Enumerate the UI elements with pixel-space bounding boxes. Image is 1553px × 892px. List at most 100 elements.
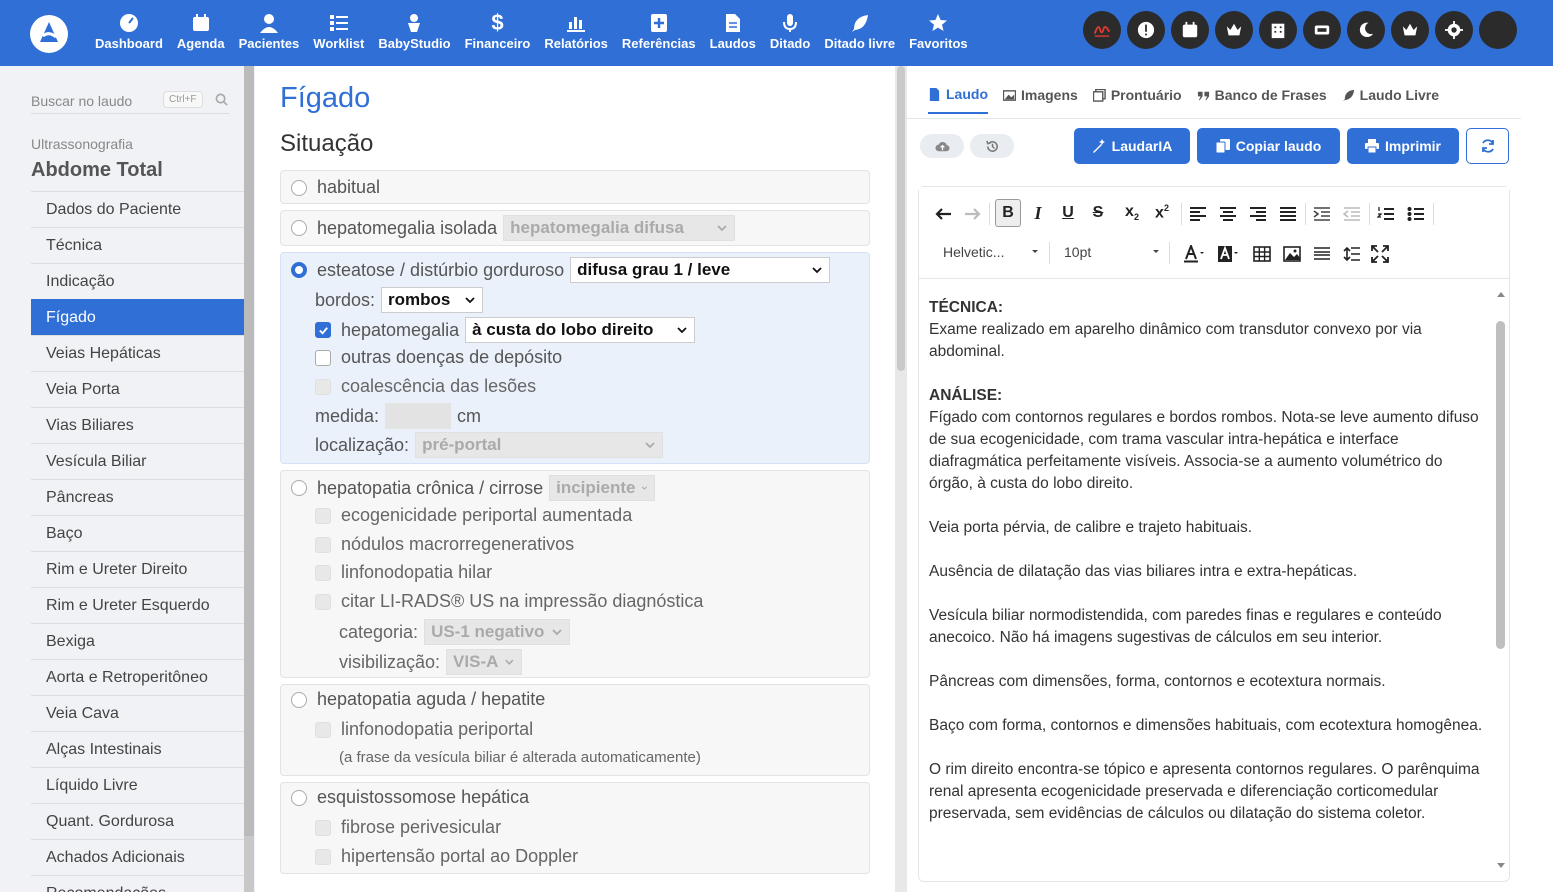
horizontal-rule-button[interactable]	[1311, 243, 1333, 265]
indent-button[interactable]	[1311, 203, 1333, 225]
radio-button[interactable]	[291, 179, 307, 196]
print-button[interactable]: Imprimir	[1347, 128, 1459, 164]
sidebar-item[interactable]: Dados do Paciente	[31, 191, 244, 227]
nav-financeiro[interactable]: $ Financeiro	[458, 10, 538, 51]
fullscreen-button[interactable]	[1369, 243, 1391, 265]
search-input[interactable]: Buscar no laudo Ctrl+F	[31, 88, 229, 114]
lirads-categoria-select[interactable]: US-1 negativo	[424, 619, 571, 645]
checkbox[interactable]	[315, 536, 331, 553]
hepatomegalia-select[interactable]: à custa do lobo direito	[465, 317, 696, 343]
sidebar-item[interactable]: Técnica	[31, 227, 244, 263]
editor-scrollbar[interactable]	[1495, 285, 1507, 875]
font-family-select[interactable]: Helvetic...	[943, 244, 1039, 260]
table-button[interactable]	[1251, 243, 1273, 265]
history-button[interactable]	[970, 134, 1014, 158]
align-justify-button[interactable]	[1277, 203, 1299, 225]
sidebar-item[interactable]: Veia Cava	[31, 695, 244, 731]
nav-pacientes[interactable]: Pacientes	[232, 12, 307, 51]
esteatose-grade-select[interactable]: difusa grau 1 / leve	[570, 257, 831, 283]
sidebar-item[interactable]: Recomendações	[31, 875, 244, 892]
sidebar-item[interactable]: Bexiga	[31, 623, 244, 659]
checkbox[interactable]	[315, 564, 331, 581]
sidebar-item[interactable]: Líquido Livre	[31, 767, 244, 803]
sidebar-item[interactable]: Vias Biliares	[31, 407, 244, 443]
align-center-button[interactable]	[1217, 203, 1239, 225]
signature-button[interactable]	[1083, 11, 1121, 49]
laudaria-button[interactable]: LaudarIA	[1074, 128, 1190, 164]
nav-referencias[interactable]: Referências	[615, 12, 703, 51]
font-size-select[interactable]: 10pt	[1064, 244, 1160, 260]
copy-report-button[interactable]: Copiar laudo	[1197, 128, 1340, 164]
scroll-down-icon[interactable]	[1495, 861, 1507, 871]
tab-prontuario[interactable]: Prontuário	[1092, 86, 1182, 114]
outdent-button[interactable]	[1341, 203, 1363, 225]
option-hepatomegalia-isolada[interactable]: hepatomegalia isolada hepatomegalia difu…	[280, 210, 870, 246]
nav-relatorios[interactable]: Relatórios	[537, 12, 615, 51]
radio-button[interactable]	[291, 480, 307, 496]
scroll-up-icon[interactable]	[1495, 289, 1507, 299]
option-habitual[interactable]: habitual	[280, 170, 870, 204]
subscript-button[interactable]: x2	[1121, 201, 1143, 225]
nav-ditado-livre[interactable]: Ditado livre	[817, 12, 902, 51]
radio-button[interactable]	[291, 691, 307, 708]
align-right-button[interactable]	[1247, 203, 1269, 225]
checkbox[interactable]	[315, 349, 331, 366]
bold-button[interactable]: B	[995, 199, 1021, 227]
tab-laudo[interactable]: Laudo	[928, 86, 988, 114]
highlight-color-button[interactable]	[1213, 242, 1243, 266]
ticket-button[interactable]	[1303, 11, 1341, 49]
nav-ditado[interactable]: Ditado	[763, 12, 817, 51]
strikethrough-button[interactable]: S	[1087, 201, 1109, 225]
sidebar-item[interactable]: Rim e Ureter Direito	[31, 551, 244, 587]
localizacao-select[interactable]: pré-portal	[415, 432, 664, 458]
tab-imagens[interactable]: Imagens	[1003, 86, 1078, 114]
dark-mode-button[interactable]	[1347, 11, 1385, 49]
checkbox[interactable]	[315, 593, 331, 610]
sidebar-item[interactable]: Quant. Gordurosa	[31, 803, 244, 839]
settings-button[interactable]	[1435, 11, 1473, 49]
radio-button[interactable]	[291, 789, 307, 806]
premium-button[interactable]	[1391, 11, 1429, 49]
lirads-vis-select[interactable]: VIS-A	[446, 649, 523, 675]
sidebar-item[interactable]: Achados Adicionais	[31, 839, 244, 875]
tab-banco-frases[interactable]: Banco de Frases	[1197, 86, 1327, 114]
option-hepatopatia-cronica[interactable]: hepatopatia crônica / cirrose incipiente…	[280, 470, 870, 678]
calendar-button[interactable]	[1171, 11, 1209, 49]
hepatomegalia-type-select[interactable]: hepatomegalia difusa	[503, 215, 736, 241]
option-esquistossomose[interactable]: esquistossomose hepática fibrose perives…	[280, 782, 870, 874]
sidebar-item[interactable]: Baço	[31, 515, 244, 551]
redo-button[interactable]	[961, 203, 983, 225]
medida-input[interactable]	[385, 403, 452, 429]
superscript-button[interactable]: x2	[1151, 201, 1173, 225]
app-logo[interactable]	[30, 15, 68, 53]
text-color-button[interactable]	[1179, 242, 1209, 266]
alert-button[interactable]	[1127, 11, 1165, 49]
sidebar-item[interactable]: Veias Hepáticas	[31, 335, 244, 371]
report-document[interactable]: TÉCNICA: Exame realizado em aparelho din…	[929, 297, 1485, 847]
nav-favoritos[interactable]: Favoritos	[902, 12, 975, 51]
tab-laudo-livre[interactable]: Laudo Livre	[1342, 86, 1439, 114]
sidebar-item[interactable]: Vesícula Biliar	[31, 443, 244, 479]
sidebar-scrollbar[interactable]	[244, 66, 254, 892]
line-height-button[interactable]	[1341, 243, 1363, 265]
undo-button[interactable]	[933, 203, 955, 225]
ordered-list-button[interactable]	[1375, 203, 1397, 225]
checkbox[interactable]	[315, 848, 331, 865]
nav-dashboard[interactable]: Dashboard	[88, 12, 170, 51]
checkbox[interactable]	[315, 378, 331, 395]
checkbox[interactable]	[315, 322, 331, 338]
italic-button[interactable]: I	[1027, 201, 1049, 225]
sidebar-item[interactable]: Alças Intestinais	[31, 731, 244, 767]
avatar[interactable]	[1479, 11, 1517, 49]
cronica-select[interactable]: incipiente	[549, 475, 656, 501]
cloud-upload-button[interactable]	[920, 134, 964, 158]
form-scrollbar[interactable]	[895, 66, 907, 892]
building-button[interactable]	[1259, 11, 1297, 49]
underline-button[interactable]: U	[1057, 201, 1079, 225]
checkbox[interactable]	[315, 507, 331, 524]
option-hepatopatia-aguda[interactable]: hepatopatia aguda / hepatite linfonodopa…	[280, 684, 870, 776]
nav-babystudio[interactable]: BabyStudio	[371, 12, 457, 51]
sidebar-item[interactable]: Aorta e Retroperitôneo	[31, 659, 244, 695]
scrollbar-thumb[interactable]	[897, 66, 905, 371]
nav-worklist[interactable]: Worklist	[306, 12, 371, 51]
